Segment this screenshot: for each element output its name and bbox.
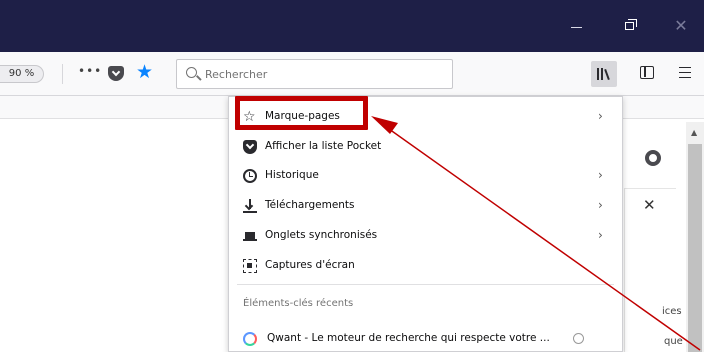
menu-icon[interactable] <box>679 67 691 78</box>
chevron-right-icon: › <box>598 109 603 123</box>
restore-button[interactable] <box>620 16 640 36</box>
download-icon <box>243 199 257 213</box>
recent-item-label: Qwant - Le moteur de recherche qui respe… <box>267 332 550 344</box>
partial-text: que <box>664 336 683 347</box>
chevron-right-icon: › <box>598 198 603 212</box>
search-input[interactable] <box>205 65 445 83</box>
search-box[interactable] <box>176 59 453 89</box>
zoom-level-button[interactable]: 90 % <box>0 65 44 83</box>
library-button[interactable] <box>591 61 617 87</box>
menu-item-history[interactable]: Historique › <box>229 161 622 191</box>
pocket-icon <box>243 140 257 154</box>
chevron-right-icon: › <box>598 228 603 242</box>
menu-item-pocket-list[interactable]: Afficher la liste Pocket <box>229 132 622 162</box>
qwant-icon <box>243 332 257 346</box>
recent-item-qwant[interactable]: Qwant - Le moteur de recherche qui respe… <box>229 324 622 352</box>
clock-icon <box>243 169 257 183</box>
gear-icon[interactable] <box>645 150 661 166</box>
menu-separator <box>237 284 614 285</box>
menu-item-label: Captures d'écran <box>265 259 355 271</box>
page-actions-icon[interactable]: ••• <box>78 64 102 78</box>
minimize-button[interactable] <box>567 16 587 36</box>
close-icon[interactable]: ✕ <box>643 196 656 214</box>
bookmark-star-icon[interactable]: ★ <box>136 61 153 83</box>
browser-window: ✕ 90 % ••• ★ ✕ ices que ▲ ☆ Marque-page <box>0 0 704 352</box>
toolbar-separator <box>62 64 63 84</box>
scrollbar-thumb[interactable] <box>688 144 702 352</box>
sidebar-icon[interactable] <box>640 66 654 79</box>
pocket-icon[interactable] <box>108 66 124 81</box>
menu-item-label: Historique <box>265 169 319 181</box>
title-bar: ✕ <box>0 0 704 52</box>
scrollbar[interactable]: ▲ <box>686 122 704 352</box>
library-icon <box>604 68 610 81</box>
close-window-button[interactable]: ✕ <box>671 16 691 36</box>
menu-item-label: Afficher la liste Pocket <box>265 140 382 152</box>
search-icon <box>186 67 197 78</box>
menu-item-downloads[interactable]: Téléchargements › <box>229 191 622 221</box>
menu-item-screenshots[interactable]: Captures d'écran <box>229 251 622 281</box>
recent-highlights-heading: Éléments-clés récents <box>243 298 354 309</box>
synced-tabs-icon <box>243 229 257 243</box>
menu-item-label: Téléchargements <box>265 199 355 211</box>
menu-item-synced-tabs[interactable]: Onglets synchronisés › <box>229 221 622 251</box>
scroll-up-icon[interactable]: ▲ <box>691 128 697 137</box>
chevron-right-icon: › <box>598 168 603 182</box>
clock-icon[interactable] <box>573 333 584 344</box>
highlight-box <box>235 96 368 130</box>
screenshot-icon <box>243 259 257 273</box>
navigation-toolbar: 90 % ••• ★ <box>0 52 704 96</box>
menu-item-label: Onglets synchronisés <box>265 229 378 241</box>
library-menu: ☆ Marque-pages › Afficher la liste Pocke… <box>228 96 623 352</box>
partial-text: ices <box>662 306 682 317</box>
